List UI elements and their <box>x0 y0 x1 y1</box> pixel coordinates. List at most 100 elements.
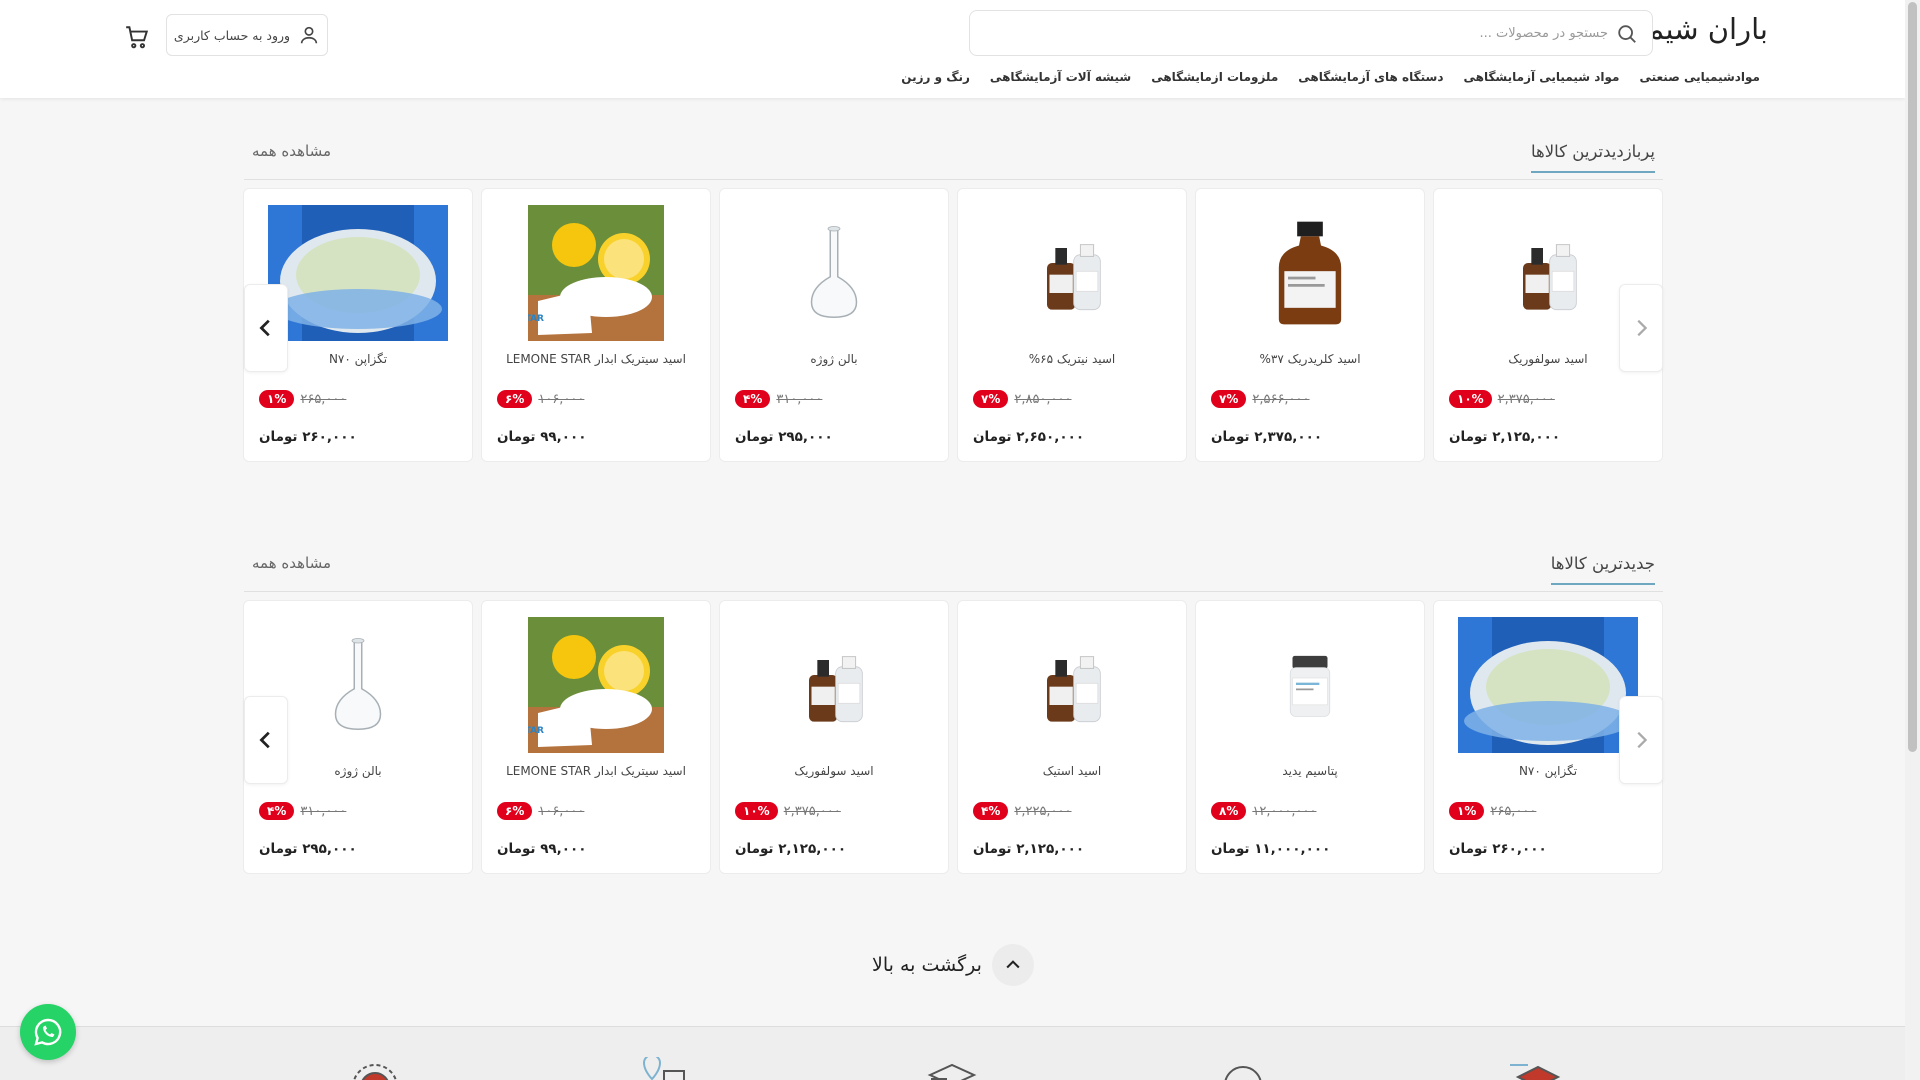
scrollbar-thumb[interactable] <box>1908 2 1917 752</box>
product-image[interactable]: LEMON STAR <box>506 617 686 753</box>
product-name[interactable]: پتاسیم یدید <box>1196 764 1424 778</box>
whatsapp-button[interactable] <box>20 1004 76 1060</box>
quality-badge-icon <box>353 1064 397 1080</box>
chevron-up-icon <box>1006 960 1020 969</box>
product-image[interactable] <box>268 617 448 753</box>
product-price: ۲,۱۲۵,۰۰۰ تومان <box>973 841 1085 857</box>
discount-badge: ۴% <box>735 390 771 408</box>
old-price: ۲۶۵,۰۰۰ <box>300 391 347 407</box>
discount-badge: ۱۰% <box>735 802 778 820</box>
view-all-link[interactable]: مشاهده همه <box>252 142 331 160</box>
old-price: ۲۶۵,۰۰۰ <box>1490 803 1537 819</box>
nav-item-lab-supplies[interactable]: ملزومات ازمایشگاهی <box>1151 70 1278 84</box>
footer-features <box>0 1026 1905 1080</box>
discount-badge: ۴% <box>973 802 1009 820</box>
product-image[interactable]: LEMON STAR <box>506 205 686 341</box>
discount-badge: ۱% <box>1449 802 1485 820</box>
back-to-top-circle[interactable] <box>991 944 1034 986</box>
discount-row: ۴% ۳۱۰,۰۰۰ <box>259 802 346 820</box>
product-price: ۲۶۰,۰۰۰ تومان <box>1449 841 1547 857</box>
discount-badge: ۱۰% <box>1449 390 1492 408</box>
discount-row: ۷% ۲,۵۶۶,۰۰۰ <box>1211 390 1310 408</box>
product-image[interactable] <box>744 205 924 341</box>
product-name[interactable]: اسید استیک <box>958 764 1186 778</box>
page-scrollbar[interactable] <box>1905 0 1920 1080</box>
discount-badge: ۸% <box>1211 802 1247 820</box>
section-newest: جدیدترین کالاها مشاهده همه تگزاپن N۷۰ ۱% ۲… <box>243 542 1663 874</box>
product-name[interactable]: اسید سیتریک ابدار LEMONE STAR <box>482 352 710 366</box>
section-title: جدیدترین کالاها <box>1550 554 1655 585</box>
login-button[interactable]: ورود به حساب کاربری <box>166 14 328 56</box>
discount-badge: ۴% <box>259 802 295 820</box>
nav-item-lab-chemicals[interactable]: مواد شیمیایی آزمایشگاهی <box>1463 70 1619 84</box>
product-image[interactable] <box>268 205 448 341</box>
location-icon <box>642 1057 685 1080</box>
old-price: ۲,۳۷۵,۰۰۰ <box>1497 391 1555 407</box>
product-price: ۲۹۵,۰۰۰ تومان <box>259 841 357 857</box>
product-name[interactable]: اسید کلریدریک ۳۷% <box>1196 352 1424 366</box>
discount-row: ۱۰% ۲,۳۷۵,۰۰۰ <box>735 802 841 820</box>
product-card[interactable]: اسید کلریدریک ۳۷% ۷% ۲,۵۶۶,۰۰۰ ۲,۳۷۵,۰۰۰ تو… <box>1195 188 1425 462</box>
nav-item-lab-devices[interactable]: دستگاه های آزمایشگاهی <box>1298 70 1443 84</box>
old-price: ۲,۸۵۰,۰۰۰ <box>1014 391 1072 407</box>
discount-row: ۴% ۳۱۰,۰۰۰ <box>735 390 822 408</box>
section-header: پربازدیدترین کالاها مشاهده همه <box>244 130 1663 180</box>
carousel-prev-button[interactable] <box>244 284 288 372</box>
product-image[interactable] <box>1458 617 1638 753</box>
search-box[interactable] <box>969 10 1653 56</box>
product-image[interactable] <box>1220 617 1400 753</box>
discount-badge: ۱% <box>259 390 295 408</box>
nav-item-industrial-chemicals[interactable]: موادشیمیایی صنعتی <box>1639 70 1760 84</box>
product-image[interactable] <box>1220 205 1400 341</box>
product-card[interactable]: بالن ژوژه ۴% ۳۱۰,۰۰۰ ۲۹۵,۰۰۰ تومان <box>719 188 949 462</box>
old-price: ۳۱۰,۰۰۰ <box>300 803 347 819</box>
discount-row: ۶% ۱۰۶,۰۰۰ <box>497 390 584 408</box>
carousel-next-button[interactable] <box>1619 696 1663 784</box>
search-icon[interactable] <box>1616 23 1638 45</box>
product-image[interactable] <box>982 205 1162 341</box>
back-to-top-button[interactable]: برگشت به بالا <box>872 944 1034 986</box>
product-card[interactable]: پتاسیم یدید ۸% ۱۲,۰۰۰,۰۰۰ ۱۱,۰۰۰,۰۰۰ تومان <box>1195 600 1425 874</box>
cart-icon[interactable] <box>124 24 150 50</box>
product-name[interactable]: اسید نیتریک ۶۵% <box>958 352 1186 366</box>
product-card[interactable]: اسید سولفوریک ۱۰% ۲,۳۷۵,۰۰۰ ۲,۱۲۵,۰۰۰ تومان <box>719 600 949 874</box>
old-price: ۱۰۶,۰۰۰ <box>538 391 585 407</box>
discount-row: ۱% ۲۶۵,۰۰۰ <box>1449 802 1536 820</box>
product-image[interactable] <box>982 617 1162 753</box>
view-all-link[interactable]: مشاهده همه <box>252 554 331 572</box>
section-most-viewed: پربازدیدترین کالاها مشاهده همه اسید سولف… <box>243 130 1663 462</box>
product-card[interactable]: اسید نیتریک ۶۵% ۷% ۲,۸۵۰,۰۰۰ ۲,۶۵۰,۰۰۰ توما… <box>957 188 1187 462</box>
product-name[interactable]: اسید سیتریک ابدار LEMONE STAR <box>482 764 710 778</box>
lemon-brand-text: LEMON STAR <box>528 314 544 324</box>
lemon-brand-text: LEMON STAR <box>528 726 544 736</box>
chevron-right-icon <box>1637 319 1648 337</box>
product-image[interactable] <box>744 617 924 753</box>
nav-item-lab-glassware[interactable]: شیشه آلات آزمایشگاهی <box>990 70 1131 84</box>
search-input[interactable] <box>1048 11 1608 55</box>
product-image[interactable] <box>1458 205 1638 341</box>
discount-badge: ۷% <box>1211 390 1247 408</box>
product-name[interactable]: بالن ژوژه <box>720 352 948 366</box>
old-price: ۱۲,۰۰۰,۰۰۰ <box>1252 803 1317 819</box>
whatsapp-icon <box>34 1018 62 1046</box>
site-header: باران شیمی ورود به حساب کاربری موادشیمیا… <box>0 0 1905 98</box>
discount-badge: ۷% <box>973 390 1009 408</box>
discount-badge: ۶% <box>497 802 533 820</box>
login-label: ورود به حساب کاربری <box>173 27 291 43</box>
product-price: ۱۱,۰۰۰,۰۰۰ تومان <box>1211 841 1331 857</box>
product-name[interactable]: اسید سولفوریک <box>720 764 948 778</box>
old-price: ۳۱۰,۰۰۰ <box>776 391 823 407</box>
nav-item-paint-resin[interactable]: رنگ و رزین <box>901 70 970 84</box>
product-card[interactable]: LEMON STAR اسید سیتریک ابدار LEMONE STAR ۶… <box>481 600 711 874</box>
product-card[interactable]: LEMON STAR اسید سیتریک ابدار LEMONE STAR ۶… <box>481 188 711 462</box>
product-carousel: تگزاپن N۷۰ ۱% ۲۶۵,۰۰۰ ۲۶۰,۰۰۰ تومان پتاسیم ی… <box>243 600 1663 874</box>
carousel-next-button[interactable] <box>1619 284 1663 372</box>
discount-badge: ۶% <box>497 390 533 408</box>
discount-row: ۱۰% ۲,۳۷۵,۰۰۰ <box>1449 390 1555 408</box>
discount-row: ۶% ۱۰۶,۰۰۰ <box>497 802 584 820</box>
carousel-prev-button[interactable] <box>244 696 288 784</box>
discount-row: ۱% ۲۶۵,۰۰۰ <box>259 390 346 408</box>
chevron-left-icon <box>259 319 270 337</box>
product-card[interactable]: اسید استیک ۴% ۲,۲۲۵,۰۰۰ ۲,۱۲۵,۰۰۰ تومان <box>957 600 1187 874</box>
product-price: ۲۶۰,۰۰۰ تومان <box>259 429 357 445</box>
